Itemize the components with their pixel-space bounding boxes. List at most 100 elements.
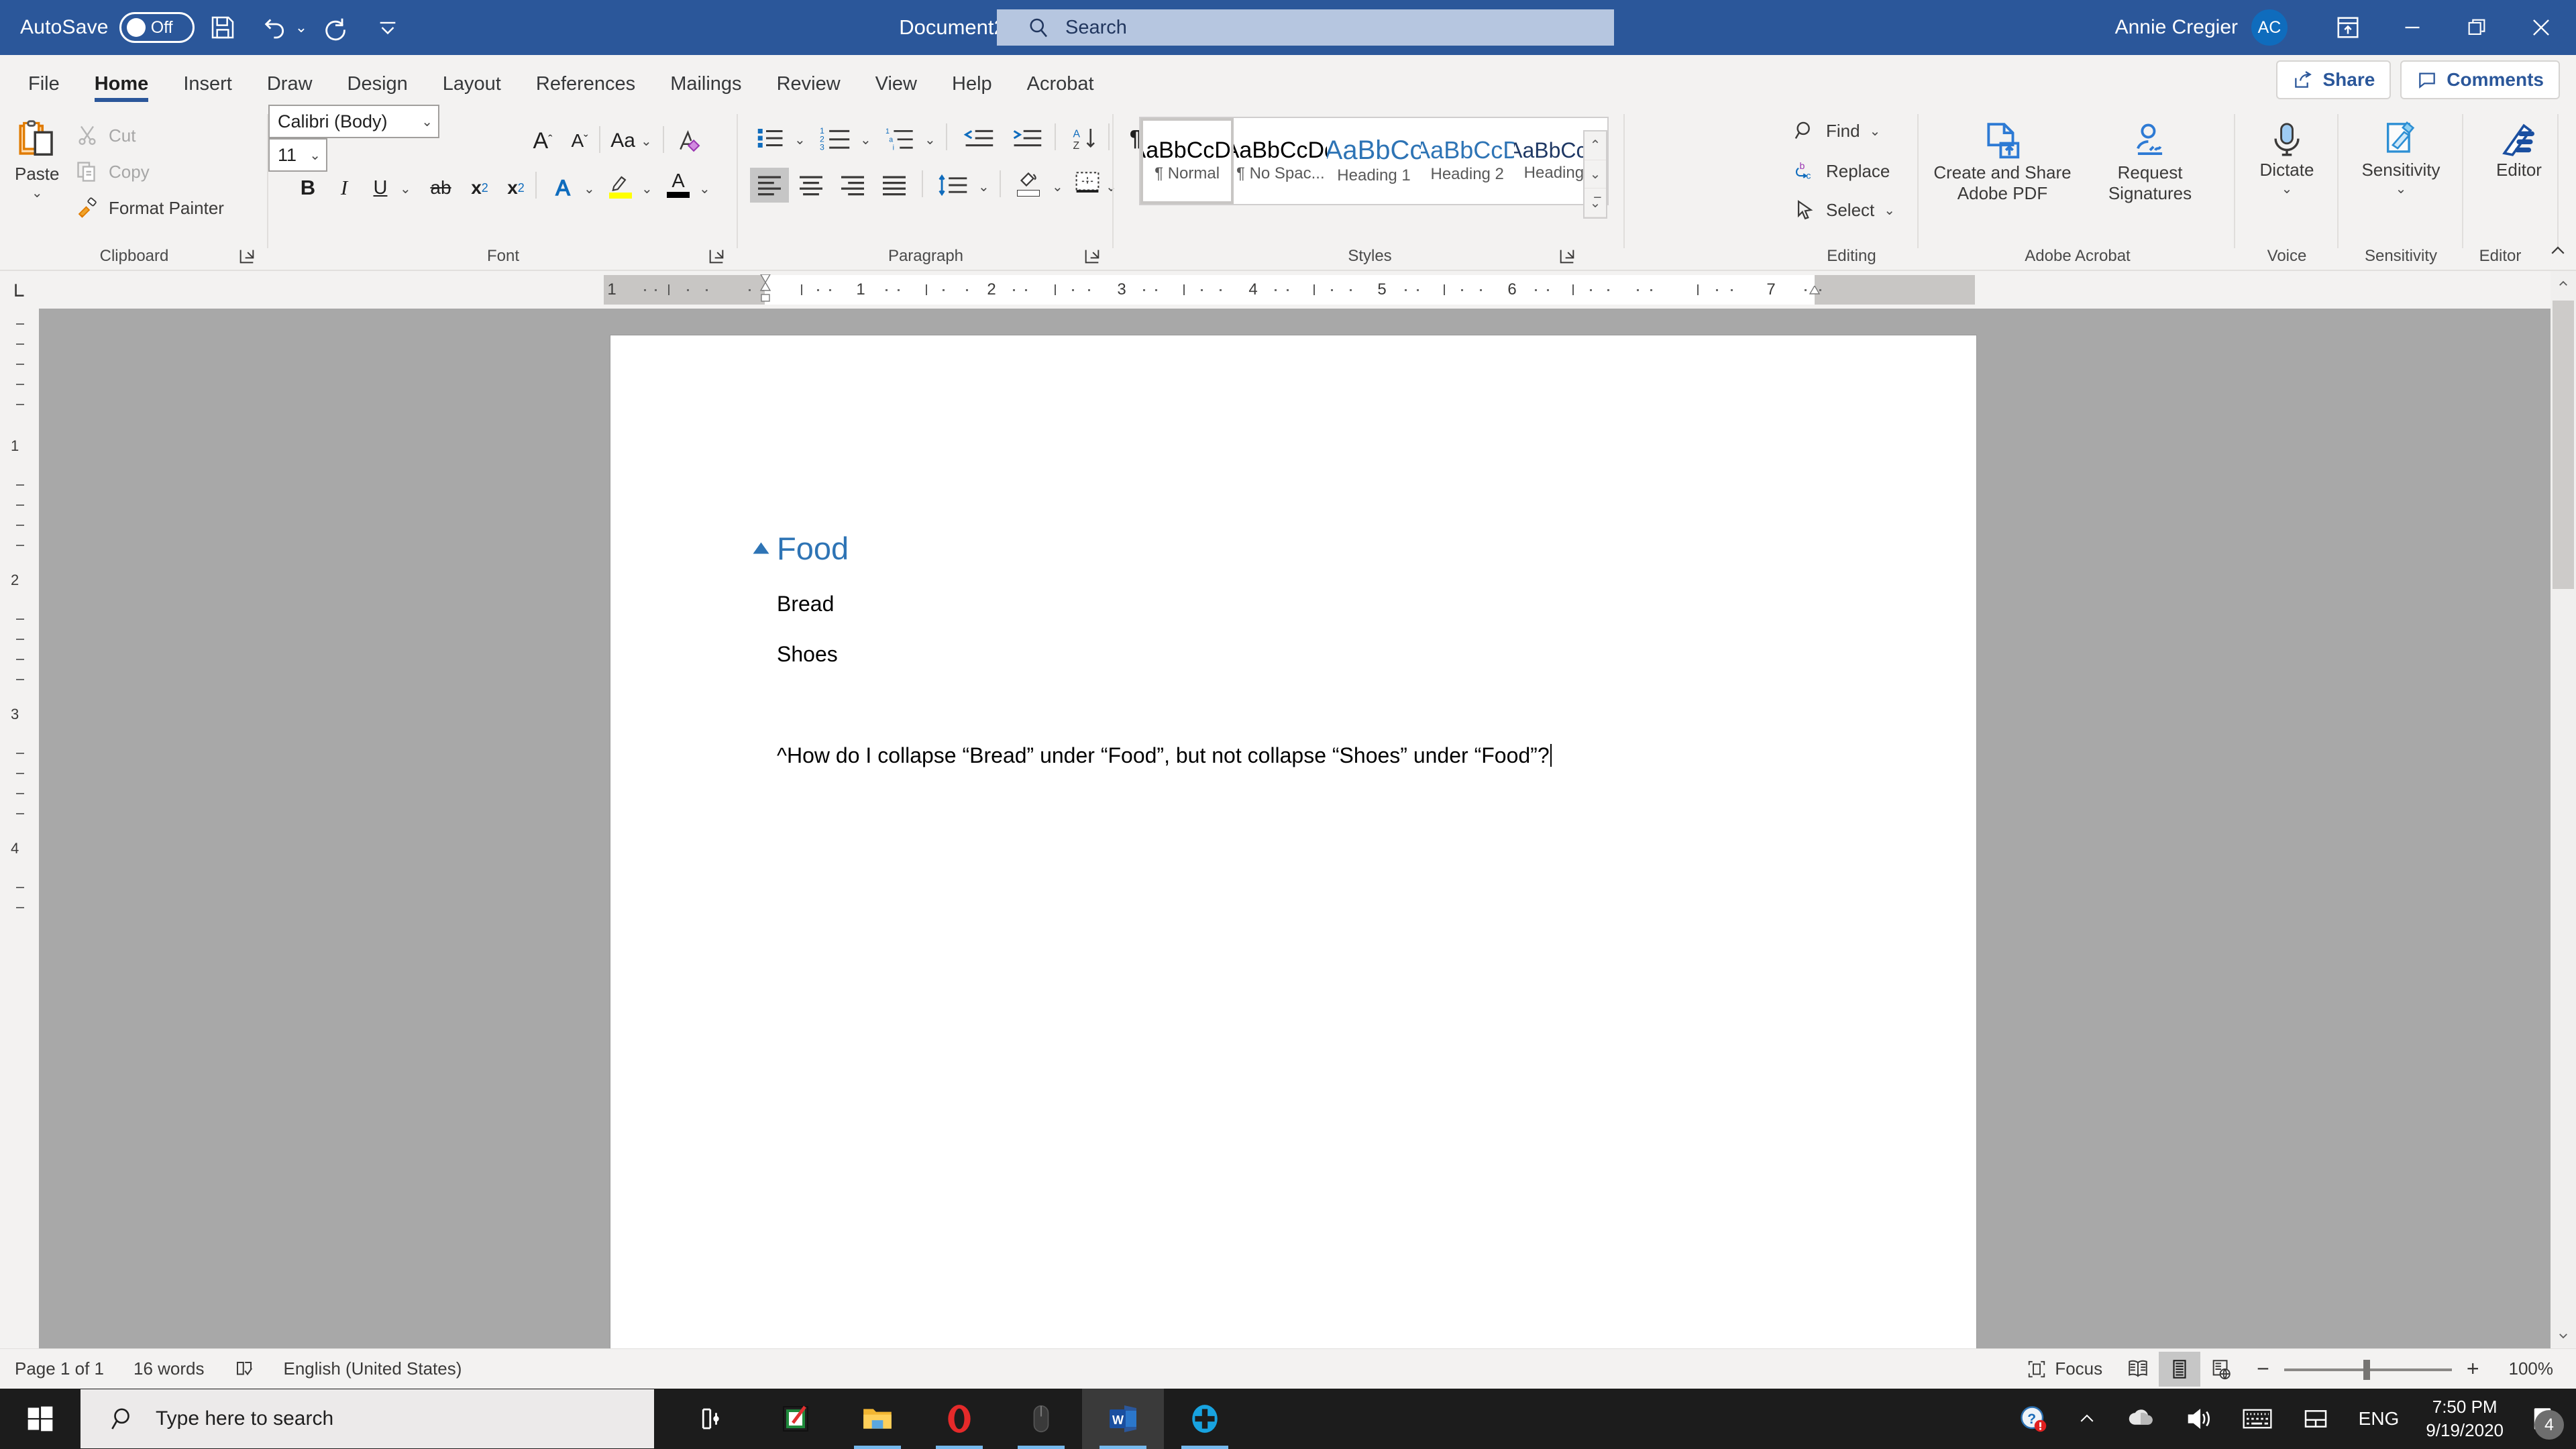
style-item-heading-2[interactable]: AaBbCcD Heading 2 [1420, 118, 1514, 204]
styles-gallery[interactable]: AaBbCcDd ¶ Normal AaBbCcDd ¶ No Spac... … [1139, 117, 1609, 219]
styles-gallery-scrollbar[interactable]: ⌃ ⌄ ⌄̅ [1583, 130, 1607, 219]
multilevel-chevron-down-icon[interactable]: ⌄ [924, 131, 936, 148]
bullets-chevron-down-icon[interactable]: ⌄ [794, 131, 806, 148]
word-icon[interactable]: W [1082, 1389, 1164, 1449]
format-painter-button[interactable]: Format Painter [75, 196, 224, 220]
restore-icon[interactable] [2446, 0, 2508, 55]
help-alert-icon[interactable]: ? [2004, 1389, 2062, 1449]
tab-review[interactable]: Review [759, 73, 858, 105]
minimize-icon[interactable] [2381, 0, 2443, 55]
scroll-up-icon[interactable] [2551, 271, 2576, 297]
strikethrough-button[interactable]: ab [423, 170, 459, 205]
language-indicator[interactable]: English (United States) [269, 1358, 477, 1379]
tab-acrobat[interactable]: Acrobat [1010, 73, 1112, 105]
align-left-button[interactable] [750, 168, 789, 203]
numbering-chevron-down-icon[interactable]: ⌄ [860, 131, 871, 148]
comments-button[interactable]: Comments [2400, 60, 2560, 99]
scrollbar-thumb[interactable] [2553, 301, 2574, 589]
change-case-button[interactable]: Aa ⌄ [607, 123, 655, 158]
request-signatures-button[interactable]: Request Signatures [2086, 121, 2214, 203]
font-color-button[interactable]: A [660, 168, 696, 203]
superscript-button[interactable]: x2 [498, 170, 534, 205]
display-layout-icon[interactable] [2288, 1389, 2344, 1449]
tab-stop-left-icon[interactable] [0, 271, 39, 309]
user-name[interactable]: Annie Cregier [2115, 16, 2238, 39]
font-family-chevron-down-icon[interactable]: ⌄ [421, 113, 433, 130]
tab-insert[interactable]: Insert [166, 73, 250, 105]
task-view-icon[interactable] [673, 1389, 755, 1449]
sensitivity-chevron-down-icon[interactable]: ⌄ [2396, 180, 2407, 197]
select-chevron-down-icon[interactable]: ⌄ [1884, 202, 1895, 219]
undo-icon[interactable] [251, 3, 299, 52]
file-explorer-icon[interactable] [837, 1389, 918, 1449]
style-item-heading-1[interactable]: AaBbCc Heading 1 [1327, 118, 1421, 204]
tab-layout[interactable]: Layout [425, 73, 519, 105]
clipboard-dialog-launcher[interactable] [237, 247, 258, 267]
tab-home[interactable]: Home [77, 73, 166, 105]
document-paragraph-shoes[interactable]: Shoes [777, 642, 838, 667]
font-color-chevron-down-icon[interactable]: ⌄ [699, 180, 710, 197]
avatar[interactable]: AC [2251, 9, 2288, 46]
text-effects-chevron-down-icon[interactable]: ⌄ [584, 180, 595, 197]
align-center-button[interactable] [792, 168, 830, 203]
scroll-down-icon[interactable] [2551, 1323, 2576, 1348]
font-dialog-launcher[interactable] [707, 247, 727, 267]
italic-button[interactable]: I [326, 170, 362, 205]
document-canvas[interactable]: Food Bread Shoes ^How do I collapse “Bre… [39, 309, 2551, 1348]
notifications-icon[interactable]: 4 [2516, 1389, 2569, 1449]
right-indent-marker[interactable] [1808, 284, 1823, 297]
zoom-slider-thumb[interactable] [2363, 1359, 2370, 1380]
find-button[interactable]: Find ⌄ [1794, 119, 1880, 142]
shrink-font-button[interactable]: Aˇ [561, 123, 598, 158]
language-indicator[interactable]: ENG [2344, 1408, 2414, 1430]
web-layout-icon[interactable] [2200, 1352, 2242, 1387]
text-highlight-button[interactable] [602, 168, 639, 203]
document-page[interactable]: Food Bread Shoes ^How do I collapse “Bre… [610, 335, 1976, 1348]
paste-chevron-down-icon[interactable]: ⌄ [32, 184, 43, 201]
volume-icon[interactable] [2169, 1389, 2227, 1449]
tab-mailings[interactable]: Mailings [653, 73, 759, 105]
increase-indent-button[interactable] [1006, 121, 1048, 156]
share-button[interactable]: Share [2276, 60, 2392, 99]
text-effects-button[interactable]: A [545, 170, 581, 205]
align-right-button[interactable] [833, 168, 872, 203]
mouse-utility-icon[interactable] [1000, 1389, 1082, 1449]
create-and-share-adobe-pdf-button[interactable]: Create and Share Adobe PDF [1932, 121, 2073, 203]
decrease-indent-button[interactable] [958, 121, 1000, 156]
redo-icon[interactable] [311, 3, 360, 52]
borders-button[interactable] [1069, 165, 1106, 200]
taskbar-search-input[interactable]: Type here to search [80, 1389, 654, 1448]
borders-chevron-down-icon[interactable]: ⌄ [1106, 178, 1117, 195]
document-paragraph-bread[interactable]: Bread [777, 592, 834, 616]
tab-design[interactable]: Design [330, 73, 425, 105]
search-input[interactable]: Search [997, 9, 1614, 46]
grow-font-button[interactable]: Aˆ [525, 123, 561, 158]
zoom-slider[interactable] [2284, 1352, 2452, 1387]
find-chevron-down-icon[interactable]: ⌄ [1870, 123, 1881, 140]
styles-dialog-launcher[interactable] [1558, 247, 1578, 267]
paragraph-dialog-launcher[interactable] [1083, 247, 1103, 267]
vertical-scrollbar[interactable] [2551, 271, 2576, 1348]
health-app-icon[interactable] [1164, 1389, 1246, 1449]
tab-file[interactable]: File [11, 73, 77, 105]
copy-button[interactable]: Copy [75, 160, 150, 184]
bullets-button[interactable] [750, 121, 792, 156]
windows-start-icon[interactable] [0, 1389, 80, 1449]
onedrive-icon[interactable] [2112, 1389, 2169, 1449]
tab-references[interactable]: References [519, 73, 653, 105]
bold-button[interactable]: B [290, 170, 326, 205]
select-button[interactable]: Select ⌄ [1794, 199, 1895, 221]
shading-chevron-down-icon[interactable]: ⌄ [1052, 178, 1063, 195]
autosave-toggle[interactable]: Off [119, 12, 195, 43]
ribbon-display-options-icon[interactable] [2317, 0, 2379, 55]
document-paragraph-question[interactable]: ^How do I collapse “Bread” under “Food”,… [777, 743, 1552, 768]
clock[interactable]: 7:50 PM 9/19/2020 [2414, 1395, 2516, 1442]
style-item-no-spacing[interactable]: AaBbCcDd ¶ No Spac... [1234, 118, 1328, 204]
tab-help[interactable]: Help [934, 73, 1010, 105]
multilevel-list-button[interactable]: 1 a i [880, 121, 922, 156]
vertical-ruler[interactable]: 1 2 3 4 [0, 309, 39, 1348]
close-icon[interactable] [2510, 0, 2572, 55]
clear-formatting-button[interactable] [671, 123, 707, 158]
read-mode-icon[interactable] [2117, 1352, 2159, 1387]
editor-button[interactable]: Editor [2482, 121, 2556, 180]
